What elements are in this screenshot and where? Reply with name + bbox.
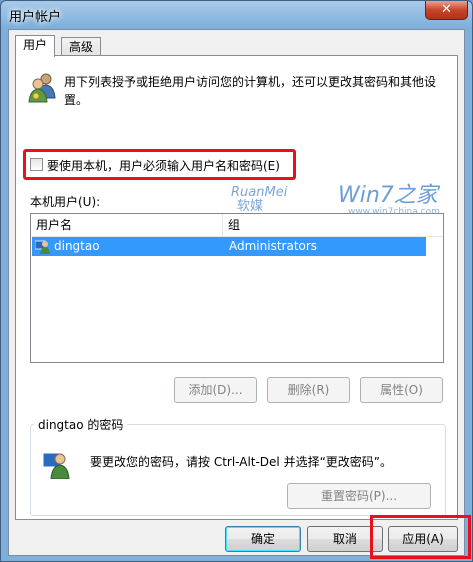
local-users-label: 本机用户(U): [30,195,101,209]
tab-users[interactable]: 用户 [15,35,56,57]
users-list[interactable]: 用户名 组 dingtao Administrators [30,213,444,363]
password-group-title: dingtao 的密码 [34,416,128,433]
ruanmei-watermark: RuanMei 软媒 [231,186,287,214]
users-icon [28,72,58,107]
user-properties-button[interactable]: 属性(O) [360,377,443,403]
ruanmei-logo-text: RuanMei [231,185,288,200]
win7-logo-text: Win7之家 [338,183,438,208]
users-tab-panel: 用下列表授予或拒绝用户访问您的计算机，还可以更改其密码和其他设置。 要使用本机，… [15,55,458,520]
title-bar[interactable]: 用户帐户 ✕ [1,1,472,29]
list-header: 用户名 组 [31,214,443,237]
dialog-body: 用户 高级 用下列表授予或拒绝用户访问您的计算机，还可以更改其密码和其他设置。 … [8,29,465,556]
add-user-button[interactable]: 添加(D)... [174,377,257,403]
row-username: dingtao [54,239,100,253]
password-group: 要更改您的密码，请按 Ctrl-Alt-Del 并选择“更改密码”。 重置密码(… [30,424,446,516]
require-password-label[interactable]: 要使用本机，用户必须输入用户名和密码(E) [47,157,280,174]
row-group: Administrators [229,239,318,253]
window-title: 用户帐户 [9,10,62,25]
require-password-checkbox[interactable] [30,158,43,171]
user-icon [34,238,51,257]
column-header-group[interactable]: 组 [223,214,423,236]
table-row[interactable]: dingtao Administrators [32,237,426,256]
ok-button[interactable]: 确定 [225,526,301,552]
apply-button[interactable]: 应用(A) [388,526,458,552]
user-accounts-window: 用户帐户 ✕ 用户 高级 用下列表授予或拒绝用户访问您的计算机，还可以更改其密码… [0,0,473,562]
description-text: 用下列表授予或拒绝用户访问您的计算机，还可以更改其密码和其他设置。 [64,75,437,107]
ruanmei-logo-cn: 软媒 [237,199,264,214]
cancel-button[interactable]: 取消 [307,526,383,552]
change-password-hint: 要更改您的密码，请按 Ctrl-Alt-Del 并选择“更改密码”。 [90,455,393,469]
column-header-username[interactable]: 用户名 [31,214,222,236]
close-button[interactable]: ✕ [425,1,468,20]
reset-password-button[interactable]: 重置密码(P)... [287,483,431,509]
remove-user-button[interactable]: 删除(R) [267,377,350,403]
tab-advanced[interactable]: 高级 [61,37,102,56]
password-user-icon [42,449,71,482]
